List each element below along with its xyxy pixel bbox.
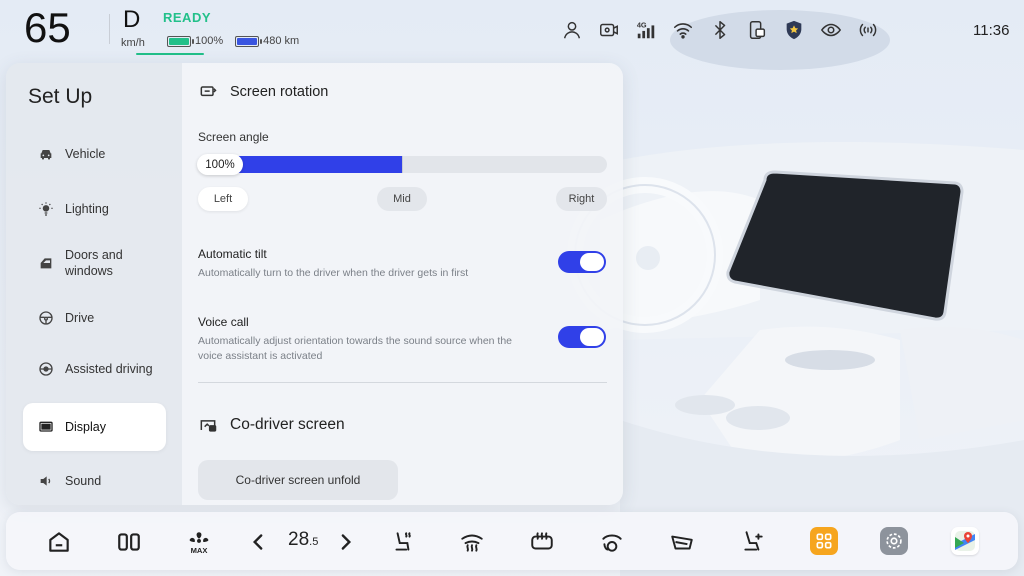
bluetooth-icon[interactable] xyxy=(708,18,732,42)
sidebar-item-label: Doors and windows xyxy=(65,248,123,278)
auto-tilt-toggle[interactable] xyxy=(558,251,606,273)
sidebar-item-assisted-driving[interactable]: Assisted driving xyxy=(23,345,166,393)
screen-rotate-icon xyxy=(198,82,218,102)
speed-unit: km/h xyxy=(121,37,145,49)
co-driver-unfold-button[interactable]: Co-driver screen unfold xyxy=(198,460,398,500)
sidebar-item-doors-windows[interactable]: Doors and windows xyxy=(23,239,166,287)
door-icon xyxy=(37,254,55,272)
chevron-right-icon[interactable] xyxy=(331,528,359,556)
fan-max-icon[interactable]: MAX xyxy=(185,528,213,556)
slider-midpoint-marker xyxy=(402,156,403,173)
section-title: Screen rotation xyxy=(230,84,329,100)
battery-range-row: 100% 480 km xyxy=(167,35,299,47)
wifi-icon[interactable] xyxy=(671,18,695,42)
speed-readout: 65 xyxy=(24,4,71,51)
ready-underline xyxy=(136,53,204,55)
sidebar-item-label: Vehicle xyxy=(65,147,106,161)
steering-wheel-icon xyxy=(37,309,55,327)
position-mid-button[interactable]: Mid xyxy=(377,187,427,211)
voice-call-toggle[interactable] xyxy=(558,326,606,348)
status-bar: 65 D km/h READY 100% 480 km 4G 11:36 xyxy=(0,0,1024,62)
steering-heat-icon[interactable] xyxy=(598,528,626,556)
bottom-dock: MAX 28.5 xyxy=(6,512,1018,570)
split-screen-icon[interactable] xyxy=(115,528,143,556)
sidebar-item-label: Drive xyxy=(65,311,95,325)
voice-call-description: Automatically adjust orientation towards… xyxy=(198,335,513,362)
section-title: Co-driver screen xyxy=(230,416,345,433)
rear-defrost-icon[interactable] xyxy=(528,528,556,556)
temperature-readout: 28.5 xyxy=(288,529,318,551)
apps-icon[interactable] xyxy=(810,527,838,555)
sidebar-item-label: Display xyxy=(65,420,106,434)
auto-tilt-title: Automatic tilt xyxy=(198,247,267,261)
cellular-4g-icon: 4G xyxy=(634,18,658,42)
section-divider xyxy=(198,382,607,383)
status-divider xyxy=(109,14,110,44)
eye-icon[interactable] xyxy=(819,18,843,42)
gear-indicator: D xyxy=(123,6,141,33)
screen: 65 D km/h READY 100% 480 km 4G 11:36 Set… xyxy=(0,0,1024,576)
position-right-button[interactable]: Right xyxy=(556,187,607,211)
battery-icon xyxy=(167,35,194,47)
position-left-button[interactable]: Left xyxy=(198,187,248,211)
windshield-icon[interactable] xyxy=(668,528,696,556)
svg-text:MAX: MAX xyxy=(191,546,208,555)
screen-angle-label: Screen angle xyxy=(198,130,269,144)
status-icons: 4G xyxy=(560,18,893,42)
ready-indicator: READY xyxy=(163,10,212,25)
auto-tilt-description: Automatically turn to the driver when th… xyxy=(198,267,469,279)
sidebar-item-label: Lighting xyxy=(65,202,109,216)
sidebar-title: Set Up xyxy=(28,85,93,108)
screen-angle-slider[interactable] xyxy=(198,156,607,173)
shield-badge-icon[interactable] xyxy=(782,18,806,42)
seat-massage-icon[interactable] xyxy=(739,528,767,556)
sidebar-item-sound[interactable]: Sound xyxy=(23,457,166,505)
phone-mirror-icon[interactable] xyxy=(745,18,769,42)
display-settings-content: Screen rotation Screen angle 100% Left M… xyxy=(182,63,623,505)
settings-sidebar: Set Up Vehicle Lighting Doors and window… xyxy=(6,63,182,505)
person-icon[interactable] xyxy=(560,18,584,42)
co-driver-screen-icon xyxy=(198,415,218,435)
settings-icon[interactable] xyxy=(880,527,908,555)
sidebar-item-lighting[interactable]: Lighting xyxy=(23,185,166,233)
car-icon xyxy=(37,145,55,163)
front-defrost-icon[interactable] xyxy=(458,528,486,556)
assisted-driving-icon xyxy=(37,360,55,378)
clock: 11:36 xyxy=(973,22,1010,39)
sidebar-item-label: Assisted driving xyxy=(65,362,153,376)
seat-heat-icon[interactable] xyxy=(389,528,417,556)
screen-rotation-header: Screen rotation xyxy=(198,82,328,102)
slider-knob[interactable]: 100% xyxy=(197,154,243,175)
sidebar-item-display[interactable]: Display xyxy=(23,403,166,451)
home-icon[interactable] xyxy=(45,528,73,556)
sidebar-item-vehicle[interactable]: Vehicle xyxy=(23,130,166,178)
sidebar-item-drive[interactable]: Drive xyxy=(23,294,166,342)
co-driver-header: Co-driver screen xyxy=(198,415,345,435)
maps-icon[interactable] xyxy=(951,527,979,555)
voice-call-title: Voice call xyxy=(198,315,249,329)
speaker-icon xyxy=(37,472,55,490)
settings-panel: Set Up Vehicle Lighting Doors and window… xyxy=(6,63,623,505)
range-battery-icon xyxy=(235,35,263,47)
temperature-whole: 28 xyxy=(288,529,310,550)
chevron-left-icon[interactable] xyxy=(245,528,273,556)
radio-signal-icon[interactable] xyxy=(856,18,880,42)
battery-percent: 100% xyxy=(195,35,224,47)
light-bulb-icon xyxy=(37,200,55,218)
display-icon xyxy=(37,418,55,436)
temperature-decimal: .5 xyxy=(309,536,319,548)
range-value: 480 km xyxy=(263,35,300,47)
dashcam-icon[interactable] xyxy=(597,18,621,42)
sidebar-item-label: Sound xyxy=(65,474,102,488)
svg-text:4G: 4G xyxy=(637,20,647,29)
